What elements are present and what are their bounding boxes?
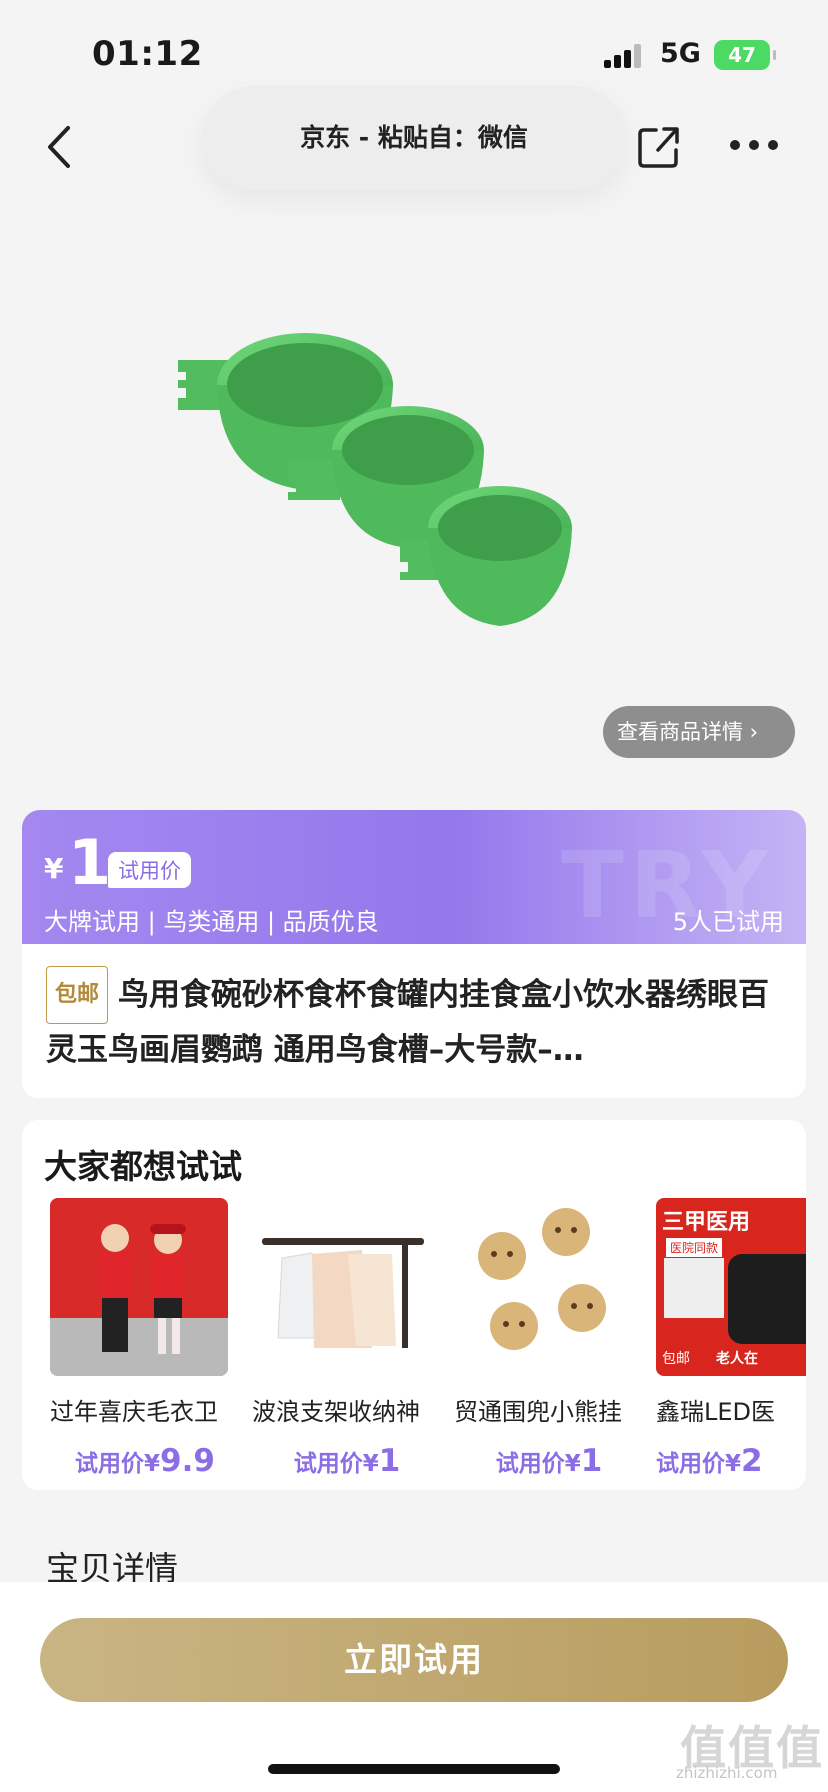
- feature-tags: 大牌试用 | 鸟类通用 | 品质优良: [44, 908, 379, 936]
- battery-level: 47: [728, 43, 756, 67]
- try-now-button[interactable]: 立即试用: [40, 1618, 788, 1702]
- recommendation-item[interactable]: 波浪支架收纳神 试用价¥1: [252, 1198, 442, 1479]
- recommendation-name: 鑫瑞LED医: [656, 1398, 776, 1426]
- share-icon[interactable]: [636, 124, 682, 170]
- network-type: 5G: [660, 38, 701, 69]
- trial-price: 1: [68, 826, 112, 899]
- recommendation-price: 试用价¥1: [495, 1443, 603, 1479]
- back-arrow-icon[interactable]: [40, 122, 80, 172]
- trial-price-card: TRY ¥ 1 试用价 大牌试用 | 鸟类通用 | 品质优良 5人已试用: [22, 810, 806, 944]
- recommendation-name: 波浪支架收纳神: [252, 1398, 420, 1426]
- free-shipping-badge: 包邮: [46, 966, 109, 1024]
- recommendation-image: [50, 1198, 228, 1376]
- view-details-button[interactable]: 查看商品详情 ›: [603, 706, 795, 758]
- status-bar: 01:12 5G 47: [0, 0, 828, 100]
- site-watermark-url: zhizhizhi.com: [676, 1764, 778, 1782]
- recommendation-price: 试用价¥2: [656, 1443, 763, 1479]
- recommendation-item[interactable]: 过年喜庆毛衣卫 试用价¥9.9: [50, 1198, 240, 1479]
- recommendation-item[interactable]: 三甲医用 医院同款 包邮 老人在 鑫瑞LED医 试用价¥2: [656, 1198, 806, 1479]
- recommendation-image: 三甲医用 医院同款 包邮 老人在: [656, 1198, 806, 1376]
- source-capsule[interactable]: 京东 - 粘贴自：微信: [202, 86, 626, 190]
- status-time: 01:12: [92, 34, 203, 74]
- tried-count: 5人已试用: [672, 908, 784, 936]
- product-title-card: 包邮 鸟用食碗砂杯食杯食罐内挂食盒小饮水器绣眼百灵玉鸟画眉鹦鹉 通用鸟食槽–大号款…: [22, 944, 806, 1098]
- recommendation-price: 试用价¥1: [293, 1443, 401, 1479]
- recommendation-name: 过年喜庆毛衣卫: [50, 1398, 218, 1426]
- product-title-text: 鸟用食碗砂杯食杯食罐内挂食盒小饮水器绣眼百灵玉鸟画眉鹦鹉 通用鸟食槽–大号款–…: [46, 977, 770, 1068]
- recommendations-heading: 大家都想试试: [44, 1147, 242, 1186]
- recommendation-item[interactable]: 贸通围兜小熊挂 试用价¥1: [454, 1198, 644, 1479]
- product-image: [178, 333, 572, 626]
- battery-icon: 47: [714, 40, 776, 70]
- signal-icon: [604, 44, 646, 68]
- recommendation-image: [454, 1198, 632, 1376]
- image-headline: 三甲医用: [662, 1210, 751, 1235]
- recommendation-price: 试用价¥9.9: [75, 1443, 215, 1479]
- trial-price-tag: 试用价: [108, 852, 191, 888]
- recommendations-card: 大家都想试试 过年喜庆毛衣卫 试用价¥9.9 波浪支架收纳神 试用价¥1 贸通围…: [22, 1120, 806, 1490]
- more-options-icon[interactable]: [730, 140, 778, 152]
- image-subtag: 医院同款: [666, 1238, 723, 1257]
- currency-symbol: ¥: [44, 852, 64, 885]
- product-title: 包邮 鸟用食碗砂杯食杯食罐内挂食盒小饮水器绣眼百灵玉鸟画眉鹦鹉 通用鸟食槽–大号款…: [46, 966, 782, 1076]
- recommendation-name: 贸通围兜小熊挂: [454, 1398, 622, 1426]
- home-indicator: [268, 1764, 560, 1774]
- recommendation-image: [252, 1198, 430, 1376]
